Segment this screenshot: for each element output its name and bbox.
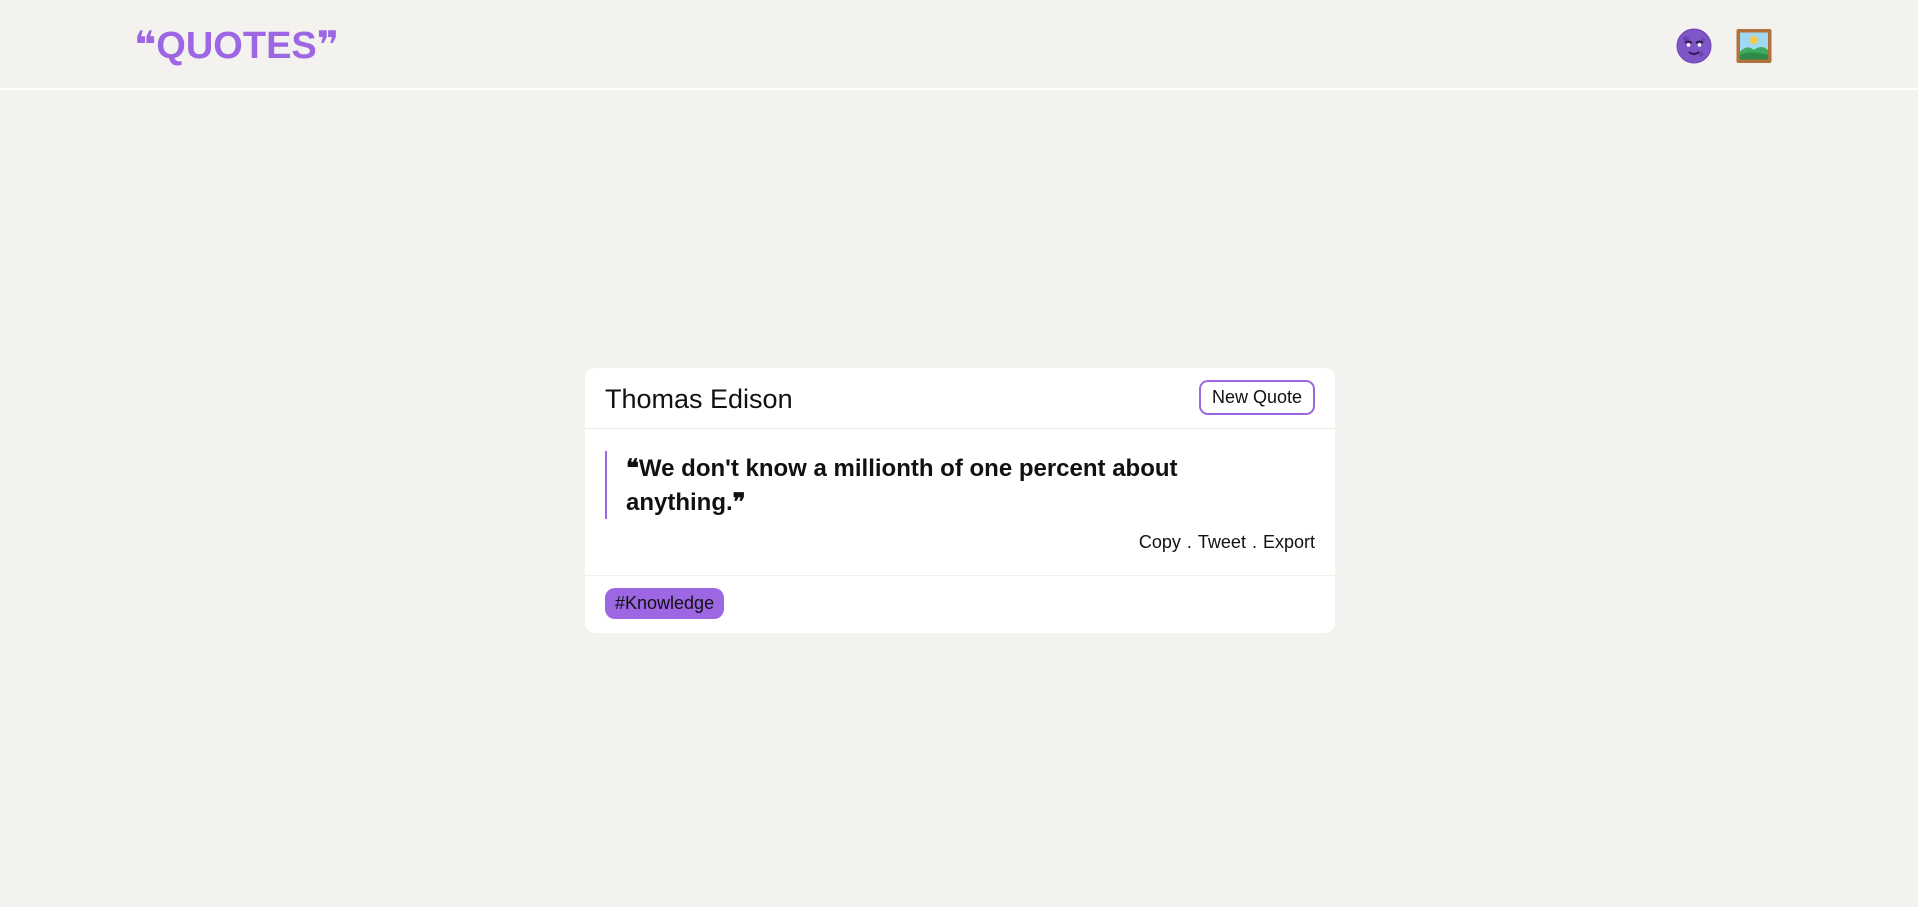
- action-separator: .: [1251, 532, 1257, 552]
- app-logo[interactable]: ❝QUOTES❞: [134, 22, 339, 70]
- dark-mode-moon-icon[interactable]: [1676, 28, 1712, 64]
- quote-card-header: Thomas Edison New Quote: [585, 368, 1335, 429]
- quote-actions: Copy. Tweet. Export: [1139, 530, 1315, 554]
- quote-card-footer: #Knowledge: [585, 575, 1335, 633]
- quote-card: Thomas Edison New Quote ❝We don't know a…: [585, 368, 1335, 633]
- new-quote-button[interactable]: New Quote: [1198, 380, 1315, 415]
- top-bar: ❝QUOTES❞: [0, 0, 1918, 90]
- quote-body: We don't know a millionth of one percent…: [626, 455, 1178, 516]
- tag-chip[interactable]: #Knowledge: [605, 588, 725, 619]
- action-separator: .: [1186, 532, 1192, 552]
- copy-action[interactable]: Copy: [1139, 532, 1181, 552]
- open-quote-mark: ❝: [626, 453, 639, 482]
- close-quote-mark: ❞: [732, 487, 746, 516]
- tweet-action[interactable]: Tweet: [1198, 532, 1246, 552]
- quote-author: Thomas Edison: [605, 384, 793, 414]
- export-action[interactable]: Export: [1263, 532, 1315, 552]
- quote-text: ❝We don't know a millionth of one percen…: [626, 451, 1185, 519]
- image-export-picture-icon[interactable]: [1736, 28, 1772, 64]
- quote-block: ❝We don't know a millionth of one percen…: [605, 451, 1185, 519]
